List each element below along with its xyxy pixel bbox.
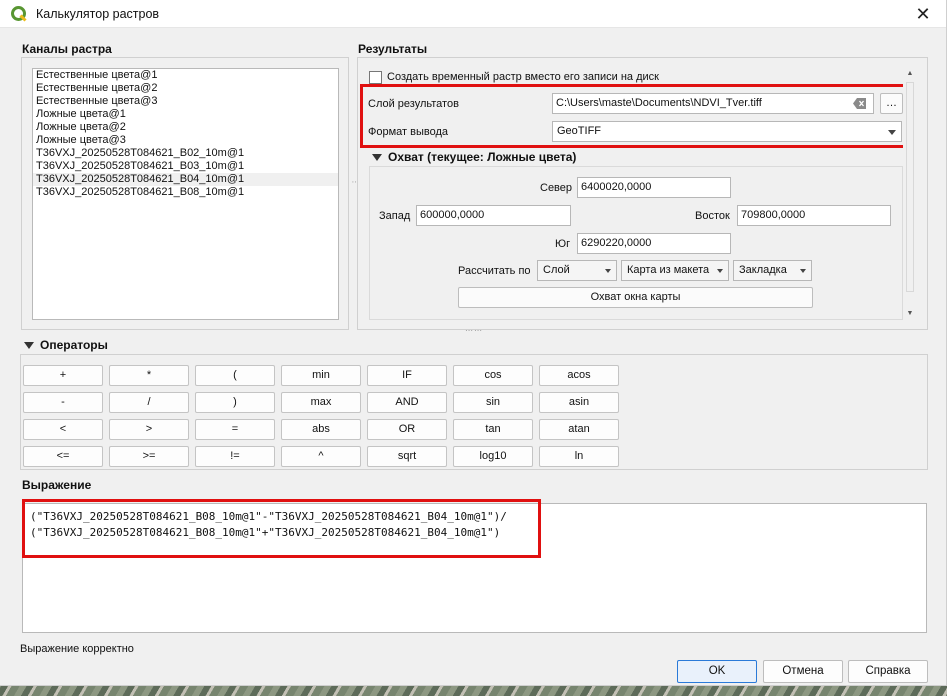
operator-button[interactable]: IF [367, 365, 447, 386]
operator-button[interactable]: > [109, 419, 189, 440]
operator-button[interactable]: AND [367, 392, 447, 413]
operator-button[interactable]: atan [539, 419, 619, 440]
calc-by-label: Рассчитать по [458, 265, 531, 277]
calc-by-layout-label: Карта из макета [627, 264, 710, 276]
raster-band-item[interactable]: Ложные цвета@3 [33, 134, 338, 147]
operator-button[interactable]: >= [109, 446, 189, 467]
help-button[interactable]: Справка [848, 660, 928, 683]
raster-bands-title: Каналы растра [22, 42, 112, 56]
east-label: Восток [695, 210, 730, 222]
operator-button[interactable]: ) [195, 392, 275, 413]
highlight-expression [22, 499, 541, 558]
expression-title: Выражение [22, 478, 92, 492]
raster-band-item[interactable]: Естественные цвета@1 [33, 69, 338, 82]
calc-by-layer-label: Слой [543, 264, 570, 276]
north-label: Север [540, 182, 573, 194]
highlight-output-settings [360, 84, 909, 148]
cancel-button[interactable]: Отмена [763, 660, 843, 683]
calc-by-bookmark-button[interactable]: Закладка [733, 260, 812, 281]
operator-button[interactable]: ^ [281, 446, 361, 467]
dropdown-arrow-icon [800, 269, 806, 273]
raster-band-item[interactable]: T36VXJ_20250528T084621_B02_10m@1 [33, 147, 338, 160]
title-bar: Калькулятор растров ✕ [0, 0, 946, 28]
raster-band-item[interactable]: Ложные цвета@2 [33, 121, 338, 134]
west-input[interactable]: 600000,0000 [416, 205, 571, 226]
qgis-logo-icon [11, 6, 27, 22]
operator-button[interactable]: + [23, 365, 103, 386]
west-label: Запад [379, 210, 411, 222]
results-scrollbar[interactable]: ▲ ▼ [903, 68, 917, 320]
dropdown-arrow-icon [717, 269, 723, 273]
operator-button[interactable]: max [281, 392, 361, 413]
raster-band-item[interactable]: T36VXJ_20250528T084621_B08_10m@1 [33, 186, 338, 199]
raster-band-item[interactable]: T36VXJ_20250528T084621_B04_10m@1 [33, 173, 338, 186]
splitter-handle-horizontal[interactable]: ⋯⋯ [465, 326, 483, 335]
operator-button[interactable]: acos [539, 365, 619, 386]
operator-button[interactable]: / [109, 392, 189, 413]
operator-button[interactable]: <= [23, 446, 103, 467]
south-input[interactable]: 6290220,0000 [577, 233, 731, 254]
operator-button[interactable]: tan [453, 419, 533, 440]
raster-calculator-dialog: Калькулятор растров ✕ Каналы растра Есте… [0, 0, 947, 686]
expression-status: Выражение корректно [20, 643, 134, 655]
operators-title-text: Операторы [40, 338, 108, 352]
north-input[interactable]: 6400020,0000 [577, 177, 731, 198]
window-title: Калькулятор растров [36, 7, 160, 21]
operator-button[interactable]: sin [453, 392, 533, 413]
calc-by-bookmark-label: Закладка [739, 264, 787, 276]
operator-button[interactable]: cos [453, 365, 533, 386]
operator-button[interactable]: min [281, 365, 361, 386]
operator-button[interactable]: abs [281, 419, 361, 440]
close-icon[interactable]: ✕ [900, 0, 946, 28]
raster-band-item[interactable]: Естественные цвета@3 [33, 95, 338, 108]
raster-band-item[interactable]: T36VXJ_20250528T084621_B03_10m@1 [33, 160, 338, 173]
temp-raster-checkbox[interactable] [369, 71, 382, 84]
operator-button[interactable]: != [195, 446, 275, 467]
calc-by-layout-button[interactable]: Карта из макета [621, 260, 729, 281]
scroll-down-icon[interactable]: ▼ [903, 308, 917, 320]
operator-button[interactable]: ( [195, 365, 275, 386]
operator-button[interactable]: OR [367, 419, 447, 440]
map-canvas-extent-button[interactable]: Охват окна карты [458, 287, 813, 308]
operator-button[interactable]: ln [539, 446, 619, 467]
operators-title[interactable]: Операторы [24, 338, 108, 352]
raster-band-item[interactable]: Ложные цвета@1 [33, 108, 338, 121]
operator-button[interactable]: log10 [453, 446, 533, 467]
collapse-triangle-icon [372, 154, 382, 162]
operator-button[interactable]: * [109, 365, 189, 386]
results-title: Результаты [358, 42, 428, 56]
operator-button[interactable]: = [195, 419, 275, 440]
operator-button[interactable]: - [23, 392, 103, 413]
operator-button[interactable]: asin [539, 392, 619, 413]
extent-title-text: Охват (текущее: Ложные цвета) [388, 150, 577, 164]
temp-raster-label: Создать временный растр вместо его запис… [387, 71, 659, 83]
calc-by-layer-button[interactable]: Слой [537, 260, 617, 281]
extent-title[interactable]: Охват (текущее: Ложные цвета) [372, 150, 576, 164]
raster-band-item[interactable]: Естественные цвета@2 [33, 82, 338, 95]
scroll-up-icon[interactable]: ▲ [903, 68, 917, 80]
ok-button[interactable]: OK [677, 660, 757, 683]
east-input[interactable]: 709800,0000 [737, 205, 891, 226]
collapse-triangle-icon [24, 342, 34, 350]
south-label: Юг [555, 238, 571, 250]
operator-button[interactable]: sqrt [367, 446, 447, 467]
operator-button[interactable]: < [23, 419, 103, 440]
raster-bands-list[interactable]: Естественные цвета@1 Естественные цвета@2… [32, 68, 339, 320]
dropdown-arrow-icon [605, 269, 611, 273]
scrollbar-thumb[interactable] [906, 82, 914, 292]
